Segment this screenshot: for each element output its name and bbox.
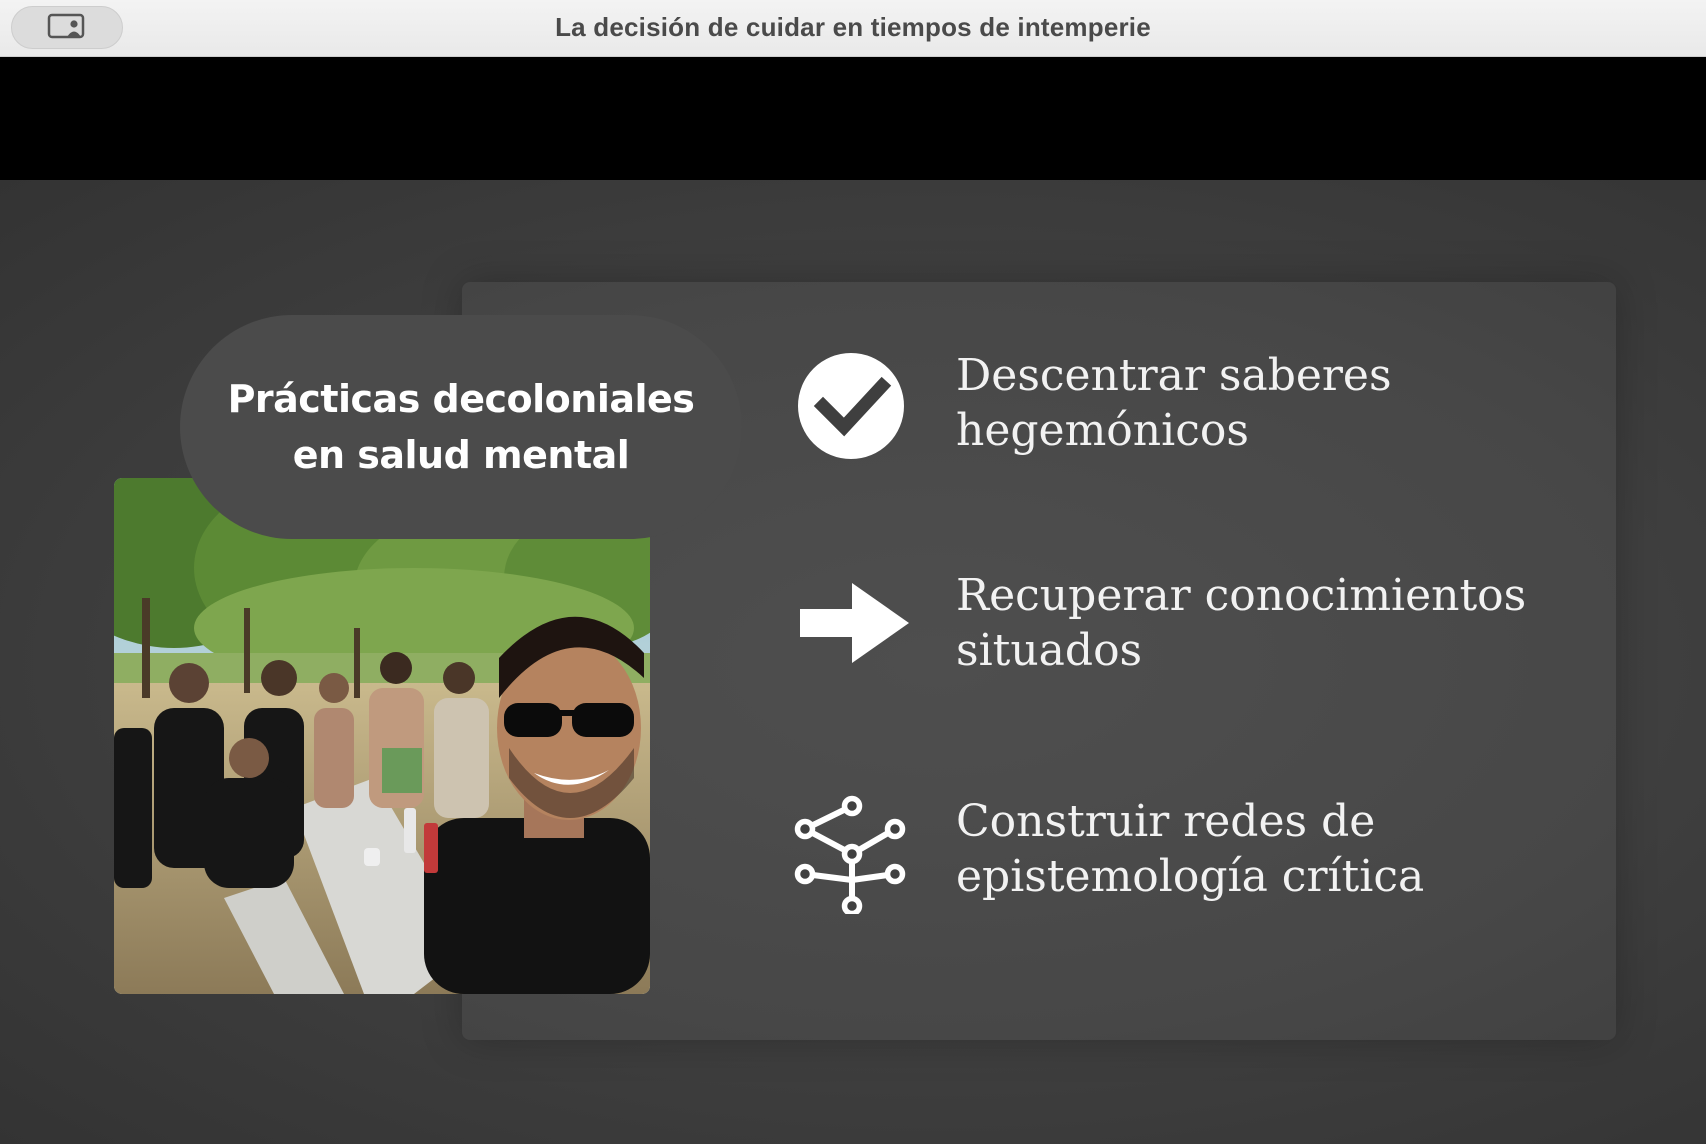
- arrow-right-icon: [790, 568, 910, 688]
- presentation-window: La decisión de cuidar en tiempos de inte…: [0, 0, 1706, 1144]
- list-item: Recuperar conocimientos situados: [790, 568, 1690, 688]
- slide-heading: Prácticas decoloniales en salud mental: [180, 315, 742, 539]
- item-label-line-1: Recuperar conocimientos: [956, 570, 1527, 621]
- checkmark-circle-icon: [790, 348, 910, 468]
- heading-line-2: en salud mental: [292, 433, 630, 477]
- item-label: Recuperar conocimientos situados: [956, 568, 1526, 678]
- item-label-line-1: Construir redes de: [956, 796, 1376, 847]
- sidebar-participant-icon: [47, 12, 87, 44]
- list-item: Descentrar saberes hegemónicos: [790, 348, 1690, 468]
- item-label-line-2: situados: [956, 625, 1143, 676]
- item-label: Construir redes de epistemología crítica: [956, 794, 1424, 904]
- network-tree-icon: [790, 794, 910, 917]
- item-label-line-1: Descentrar saberes: [956, 350, 1392, 401]
- title-bar: La decisión de cuidar en tiempos de inte…: [0, 0, 1706, 57]
- list-item: Construir redes de epistemología crítica: [790, 794, 1690, 917]
- video-letterbox-band: [0, 57, 1706, 180]
- group-photo: [114, 478, 650, 994]
- heading-line-1: Prácticas decoloniales: [227, 377, 695, 421]
- sidebar-toggle-button[interactable]: [11, 6, 123, 49]
- item-label-line-2: epistemología crítica: [956, 851, 1425, 902]
- presentation-slide: Prácticas decoloniales en salud mental D…: [0, 180, 1706, 1144]
- window-title: La decisión de cuidar en tiempos de inte…: [555, 12, 1151, 42]
- item-label: Descentrar saberes hegemónicos: [956, 348, 1392, 458]
- item-label-line-2: hegemónicos: [956, 405, 1249, 456]
